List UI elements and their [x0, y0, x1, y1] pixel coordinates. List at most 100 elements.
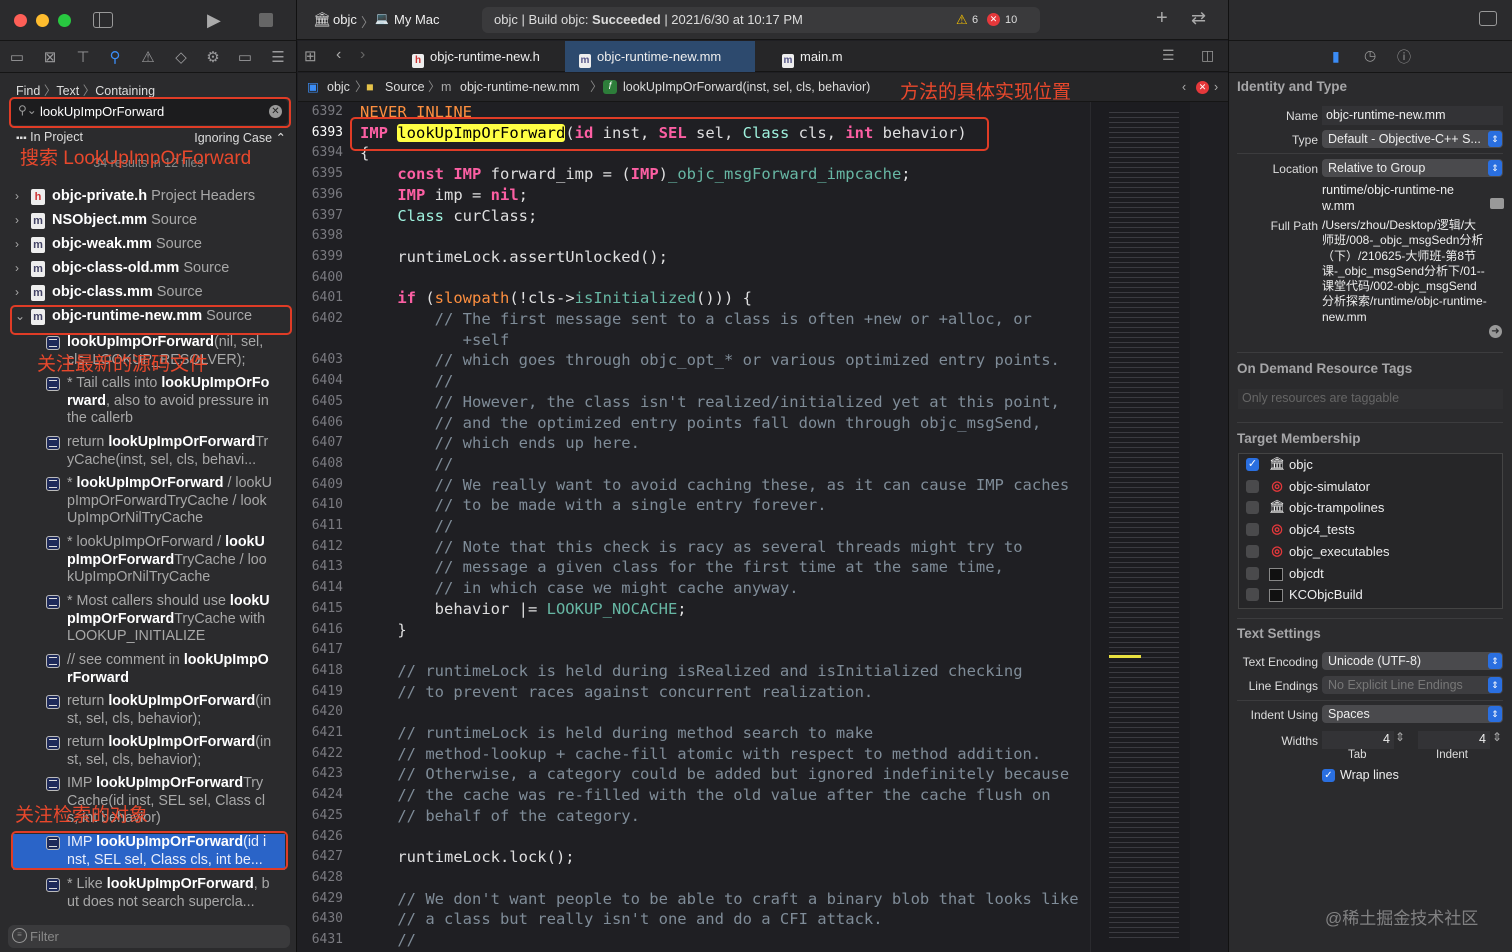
find-scope[interactable]: ▪▪▪ In Project	[16, 130, 83, 144]
find-navigator-icon[interactable]: ⚲	[105, 48, 125, 66]
file-result-row[interactable]: › m objc-weak.mm Source	[0, 234, 297, 258]
tab-objc-runtime-new-mm[interactable]: m objc-runtime-new.mm	[565, 41, 755, 72]
code-line[interactable]: 6418 // runtimeLock is held during isRea…	[298, 661, 1088, 682]
chevron-right-icon[interactable]: ›	[15, 285, 19, 299]
target-row[interactable]: KCObjcBuild	[1244, 586, 1494, 606]
target-row[interactable]: ◎ objc-simulator	[1244, 478, 1494, 498]
history-inspector-icon[interactable]: ◷	[1364, 47, 1376, 64]
indent-width-field[interactable]: 4	[1418, 731, 1490, 749]
code-line[interactable]: 6430 // a class but really isn't one and…	[298, 909, 1088, 930]
inspector-toggle-icon[interactable]	[1479, 11, 1497, 26]
target-row[interactable]: ◎ objc_executables	[1244, 543, 1494, 563]
find-match[interactable]: Containing	[95, 84, 155, 98]
indent-width-stepper[interactable]: ⇕	[1492, 730, 1502, 744]
code-line[interactable]: +self	[298, 330, 1088, 351]
source-control-navigator-icon[interactable]: ⊠	[40, 48, 60, 66]
stop-button[interactable]	[259, 13, 273, 27]
code-line[interactable]: 6399 runtimeLock.assertUnlocked();	[298, 247, 1088, 268]
run-button[interactable]: ▶	[207, 10, 221, 31]
code-line[interactable]: 6395 const IMP forward_imp = (IMP)_objc_…	[298, 164, 1088, 185]
filter-field[interactable]: ≡ Filter	[8, 925, 290, 948]
target-row[interactable]: ✓ 🏛 objc	[1244, 456, 1494, 476]
error-count[interactable]: 10	[1005, 7, 1017, 33]
code-line[interactable]: 6412 // Note that this check is racy as …	[298, 537, 1088, 558]
code-line[interactable]: 6425 // behalf of the category.	[298, 806, 1088, 827]
code-line[interactable]: 6414 // in which case we might cache any…	[298, 578, 1088, 599]
code-line[interactable]: 6426	[298, 827, 1088, 848]
type-popup[interactable]: Default - Objective-C++ S... ⇕	[1322, 130, 1503, 148]
search-result-item[interactable]: return lookUpImpOrForward(inst, sel, cls…	[46, 734, 286, 770]
search-result-item[interactable]: * Most callers should use lookUpImpOrFor…	[46, 593, 286, 647]
code-line[interactable]: 6407 // which ends up here.	[298, 433, 1088, 454]
encoding-popup[interactable]: Unicode (UTF-8) ⇕	[1322, 652, 1503, 670]
issue-navigator-icon[interactable]: ⚠	[138, 48, 158, 66]
target-checkbox[interactable]	[1246, 501, 1259, 515]
symbol-navigator-icon[interactable]: ⊤	[73, 48, 93, 66]
code-line[interactable]: 6397 Class curClass;	[298, 206, 1088, 227]
target-row[interactable]: 🏛 objc-trampolines	[1244, 499, 1494, 519]
target-checkbox[interactable]	[1246, 566, 1259, 580]
target-row[interactable]: ◎ objc4_tests	[1244, 521, 1494, 541]
scheme-selector[interactable]: objc	[333, 12, 357, 27]
search-result-item[interactable]: * lookUpImpOrForward / lookUpImpOrForwar…	[46, 475, 286, 529]
jump-group[interactable]: Source	[385, 73, 425, 102]
target-row[interactable]: objcdt	[1244, 565, 1494, 585]
target-checkbox[interactable]	[1246, 479, 1259, 493]
chevron-right-icon[interactable]: ›	[15, 237, 19, 251]
code-review-icon[interactable]: ⇄	[1191, 8, 1206, 29]
search-result-item[interactable]: // see comment in lookUpImpOrForward	[46, 652, 286, 688]
file-result-row[interactable]: › m objc-class-old.mm Source	[0, 258, 297, 282]
wrap-lines-checkbox[interactable]: ✓	[1322, 769, 1335, 782]
minimap[interactable]	[1090, 102, 1190, 952]
code-line[interactable]: 6410 // to be made with a single entry f…	[298, 495, 1088, 516]
split-editor-icon[interactable]: ◫	[1201, 47, 1214, 64]
search-result-item[interactable]: return lookUpImpOrForward(inst, sel, cls…	[46, 693, 286, 729]
tab-main-m[interactable]: m main.m	[768, 41, 868, 72]
code-line[interactable]: 6417	[298, 640, 1088, 661]
code-line[interactable]: 6429 // We don't want people to be able …	[298, 889, 1088, 910]
minimize-window-button[interactable]	[36, 14, 49, 27]
tab-objc-runtime-new-h[interactable]: h objc-runtime-new.h	[398, 41, 558, 72]
code-line[interactable]: 6411 //	[298, 516, 1088, 537]
code-line[interactable]: 6420	[298, 702, 1088, 723]
target-checkbox[interactable]	[1246, 588, 1259, 602]
code-line[interactable]: 6404 //	[298, 371, 1088, 392]
zoom-window-button[interactable]	[58, 14, 71, 27]
code-line[interactable]: 6409 // We really want to avoid caching …	[298, 475, 1088, 496]
code-line[interactable]: 6427 runtimeLock.lock();	[298, 847, 1088, 868]
next-issue-button[interactable]: ›	[1214, 73, 1218, 102]
code-line[interactable]: 6405 // However, the class isn't realize…	[298, 392, 1088, 413]
jump-symbol[interactable]: lookUpImpOrForward(inst, sel, cls, behav…	[623, 73, 870, 102]
code-line[interactable]: 6408 //	[298, 454, 1088, 475]
code-line[interactable]: 6402 // The first message sent to a clas…	[298, 309, 1088, 330]
search-result-item[interactable]: return lookUpImpOrForwardTryCache(inst, …	[46, 434, 286, 470]
file-result-row[interactable]: › m objc-class.mm Source	[0, 282, 297, 306]
warning-count[interactable]: 6	[972, 7, 978, 33]
previous-issue-button[interactable]: ‹	[1182, 73, 1186, 102]
code-line[interactable]: 6419 // to prevent races against concurr…	[298, 682, 1088, 703]
code-line[interactable]: 6406 // and the optimized entry points f…	[298, 413, 1088, 434]
folder-reveal-icon[interactable]	[1490, 198, 1504, 209]
reveal-in-finder-icon[interactable]: ➜	[1489, 325, 1502, 338]
jump-file[interactable]: objc-runtime-new.mm	[460, 73, 579, 102]
chevron-right-icon[interactable]: ›	[15, 189, 19, 203]
code-line[interactable]: 6415 behavior |= LOOKUP_NOCACHE;	[298, 599, 1088, 620]
line-endings-popup[interactable]: No Explicit Line Endings ⇕	[1322, 676, 1503, 694]
issue-error-icon[interactable]: ✕	[1196, 81, 1209, 94]
code-line[interactable]: 6424 // the cache was re-filled with the…	[298, 785, 1088, 806]
code-line[interactable]: 6403 // which goes through objc_opt_* or…	[298, 350, 1088, 371]
debug-navigator-icon[interactable]: ⚙	[203, 48, 223, 66]
code-line[interactable]: 6398	[298, 226, 1088, 247]
name-field[interactable]: objc-runtime-new.mm	[1322, 106, 1503, 125]
warning-icon[interactable]: ⚠	[956, 7, 968, 33]
chevron-right-icon[interactable]: ›	[15, 261, 19, 275]
back-button[interactable]: ‹	[336, 46, 341, 64]
code-line[interactable]: 6422 // method-lookup + cache-fill atomi…	[298, 744, 1088, 765]
code-line[interactable]: 6423 // Otherwise, a category could be a…	[298, 764, 1088, 785]
destination-selector[interactable]: My Mac	[394, 12, 440, 27]
indent-using-popup[interactable]: Spaces ⇕	[1322, 705, 1503, 723]
error-icon[interactable]: ✕	[987, 13, 1000, 26]
report-navigator-icon[interactable]: ☰	[268, 48, 288, 66]
search-result-item[interactable]: * lookUpImpOrForward / lookUpImpOrForwar…	[46, 534, 286, 588]
code-line[interactable]: 6401 if (slowpath(!cls->isInitialized())…	[298, 288, 1088, 309]
